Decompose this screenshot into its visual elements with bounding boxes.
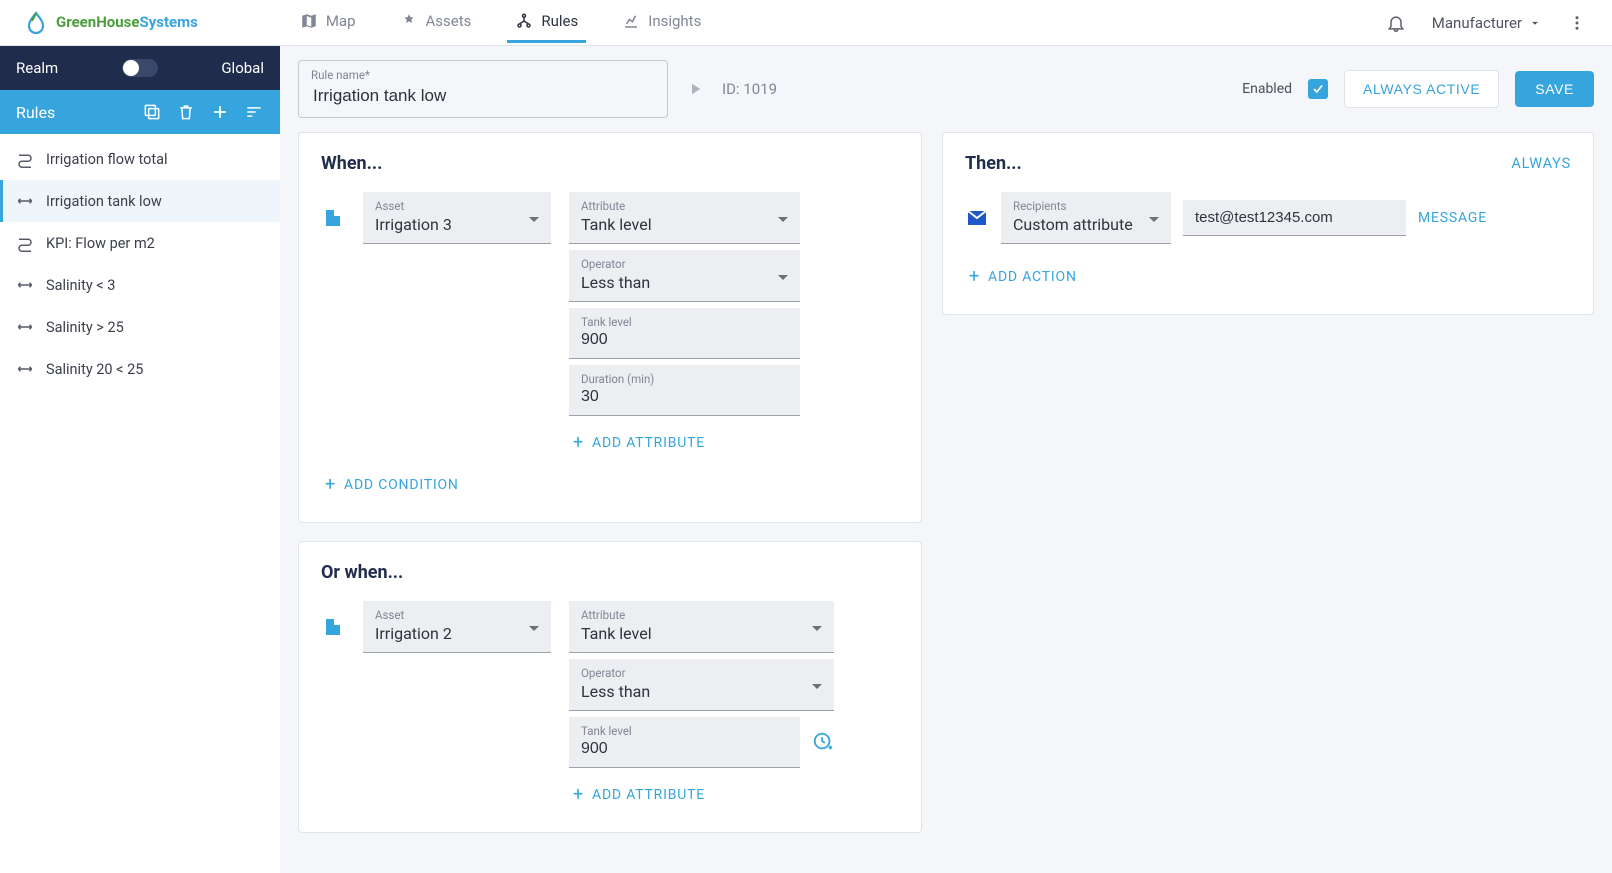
rule-list: Irrigation flow total Irrigation tank low… [0, 134, 280, 394]
rule-list-item[interactable]: Salinity 20 < 25 [0, 348, 280, 390]
rule-item-label: Salinity > 25 [46, 319, 124, 336]
save-button[interactable]: SAVE [1515, 71, 1594, 107]
brand-name-1: GreenHouse [56, 13, 139, 31]
irrigation-icon [321, 601, 345, 643]
attribute-select[interactable]: Attribute Tank level [569, 192, 800, 244]
nav-insights-label: Insights [648, 12, 701, 30]
brand-logo: GreenHouseSystems [24, 11, 198, 35]
rule-item-label: Salinity < 3 [46, 277, 115, 294]
rule-header: Rule name* ID: 1019 Enabled ALWAYS ACTIV… [298, 60, 1594, 118]
rules-toolbar: Rules [0, 90, 280, 134]
rule-id: ID: 1019 [722, 80, 777, 98]
rule-list-item[interactable]: KPI: Flow per m2 [0, 222, 280, 264]
or-when-condition: Asset Irrigation 2 Attribute Tank level … [321, 601, 899, 810]
nav-rules[interactable]: Rules [493, 0, 600, 45]
insights-icon [622, 12, 640, 30]
then-title: Then... [965, 153, 1022, 174]
realm-toggle[interactable] [122, 59, 158, 77]
nav-insights[interactable]: Insights [600, 0, 723, 45]
realm-label: Realm [16, 59, 58, 77]
mail-icon [965, 206, 989, 230]
add-action-button[interactable]: +ADD ACTION [965, 262, 1571, 292]
rule-list-item[interactable]: Salinity > 25 [0, 306, 280, 348]
tank-level-input-2[interactable]: Tank level [569, 717, 800, 768]
arrow-both-icon [16, 192, 34, 210]
tank-level-input[interactable]: Tank level [569, 308, 800, 359]
message-button[interactable]: MESSAGE [1418, 210, 1487, 226]
attribute-select-2[interactable]: Attribute Tank level [569, 601, 834, 653]
nav-assets-label: Assets [426, 12, 472, 30]
always-active-button[interactable]: ALWAYS ACTIVE [1344, 70, 1499, 108]
rule-item-label: Irrigation tank low [46, 193, 162, 210]
then-always-link[interactable]: ALWAYS [1511, 155, 1571, 172]
rule-item-label: Salinity 20 < 25 [46, 361, 143, 378]
header-right: Manufacturer [1380, 7, 1592, 39]
sort-icon[interactable] [244, 102, 264, 122]
or-when-title: Or when... [321, 562, 403, 583]
irrigation-icon [321, 192, 345, 234]
realm-scope: Global [221, 59, 264, 77]
assets-icon [400, 12, 418, 30]
rules-icon [515, 12, 533, 30]
user-name: Manufacturer [1432, 14, 1522, 32]
nav-map[interactable]: Map [278, 0, 378, 45]
dots-vertical-icon [1568, 14, 1586, 32]
brand-name-2: Systems [139, 13, 197, 31]
check-icon [1311, 82, 1325, 96]
main-nav: Map Assets Rules Insights [278, 0, 724, 45]
when-condition: Asset Irrigation 3 Attribute Tank level … [321, 192, 899, 458]
asset-select[interactable]: Asset Irrigation 3 [363, 192, 551, 244]
rule-list-item[interactable]: Salinity < 3 [0, 264, 280, 306]
duration-input[interactable]: Duration (min) [569, 365, 800, 416]
enabled-label: Enabled [1242, 81, 1292, 97]
asset-select-2[interactable]: Asset Irrigation 2 [363, 601, 551, 653]
rule-list-item[interactable]: Irrigation flow total [0, 138, 280, 180]
rule-name-input[interactable] [311, 85, 655, 107]
chevron-down-icon [1528, 16, 1542, 30]
main-content: Rule name* ID: 1019 Enabled ALWAYS ACTIV… [280, 46, 1612, 873]
arrow-both-icon [16, 318, 34, 336]
recipients-select[interactable]: Recipients Custom attribute [1001, 192, 1171, 244]
play-icon[interactable] [686, 80, 704, 98]
sidebar: Realm Global Rules Irrigation flow total… [0, 46, 280, 873]
plus-icon[interactable] [210, 102, 230, 122]
arrow-both-icon [16, 360, 34, 378]
copy-icon[interactable] [142, 102, 162, 122]
rule-list-item[interactable]: Irrigation tank low [0, 180, 280, 222]
map-icon [300, 12, 318, 30]
clock-plus-icon[interactable] [812, 731, 834, 753]
sidebar-title: Rules [16, 103, 128, 122]
logo-icon [24, 11, 48, 35]
realm-bar: Realm Global [0, 46, 280, 90]
add-condition-button[interactable]: +ADD CONDITION [321, 470, 899, 500]
when-panel: When... Asset Irrigation 3 [298, 132, 922, 523]
app-header: GreenHouseSystems Map Assets Rules Insig… [0, 0, 1612, 46]
rule-item-label: KPI: Flow per m2 [46, 235, 155, 252]
arrow-both-icon [16, 276, 34, 294]
overflow-menu[interactable] [1562, 8, 1592, 38]
flow-icon [16, 234, 34, 252]
nav-assets[interactable]: Assets [378, 0, 494, 45]
rule-item-label: Irrigation flow total [46, 151, 168, 168]
then-action: Recipients Custom attribute MESSAGE [965, 192, 1571, 244]
nav-map-label: Map [326, 12, 356, 30]
flow-icon [16, 150, 34, 168]
nav-rules-label: Rules [541, 12, 578, 30]
notifications-button[interactable] [1380, 7, 1412, 39]
bell-icon [1386, 13, 1406, 33]
user-menu[interactable]: Manufacturer [1432, 14, 1542, 32]
then-panel: Then... ALWAYS Recipients Custom attribu… [942, 132, 1594, 315]
add-attribute-button[interactable]: +ADD ATTRIBUTE [569, 428, 800, 458]
email-input[interactable] [1183, 200, 1406, 236]
or-when-panel: Or when... Asset Irrigation 2 [298, 541, 922, 833]
enabled-checkbox[interactable] [1308, 79, 1328, 99]
operator-select[interactable]: Operator Less than [569, 250, 800, 302]
rule-name-label: Rule name* [311, 69, 655, 83]
when-title: When... [321, 153, 382, 174]
operator-select-2[interactable]: Operator Less than [569, 659, 834, 711]
add-attribute-button-2[interactable]: +ADD ATTRIBUTE [569, 780, 834, 810]
rule-name-field[interactable]: Rule name* [298, 60, 668, 118]
trash-icon[interactable] [176, 102, 196, 122]
